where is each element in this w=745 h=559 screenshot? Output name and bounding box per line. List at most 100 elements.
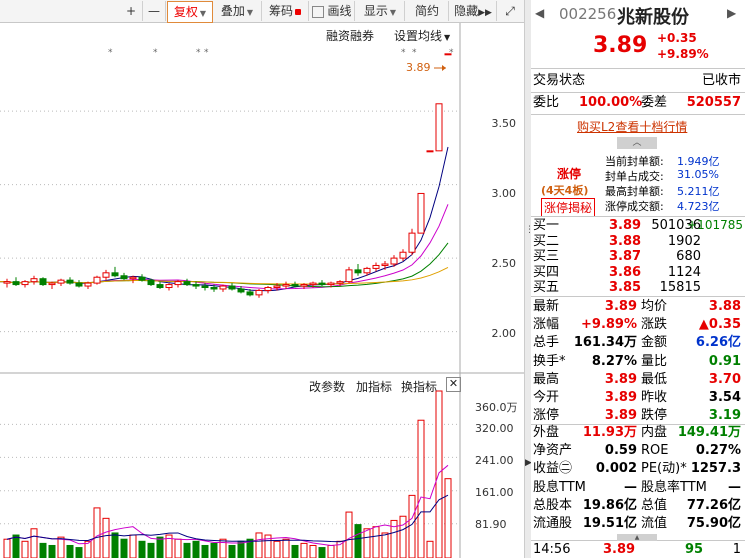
volume-bar <box>93 507 101 558</box>
scroll-up-icon[interactable]: ▲ <box>617 534 657 541</box>
trading-status-value: 已收市 <box>701 73 741 88</box>
volume-bar <box>345 511 353 558</box>
candle-body <box>147 279 155 286</box>
stat-value: 0.27% <box>695 443 741 459</box>
candle-body <box>48 282 56 286</box>
adjust-price-button[interactable]: 复权 ▼ <box>167 1 213 23</box>
bid-row[interactable]: 买五 3.85 15815 <box>531 280 745 295</box>
volume-bar <box>201 544 209 558</box>
bid-row[interactable]: 买二 3.88 1902 <box>531 234 745 249</box>
margin-trading-toggle[interactable]: 融资融券 <box>326 27 374 44</box>
volume-bar <box>30 528 38 558</box>
stat-label: 均价 <box>641 299 668 314</box>
candle-body <box>192 284 200 287</box>
bid-label: 买三 <box>533 249 560 264</box>
limit-up-boards: (4天4板) <box>541 184 589 197</box>
draw-line-button[interactable]: 画线 <box>310 1 355 21</box>
stat-value: 0.002 <box>595 461 637 477</box>
kline-chart[interactable]: * * * * * * * 融资融券 设置均线 ▼ 3.89 3.50 3.00 2.50 2… <box>0 23 524 558</box>
candle-body <box>417 192 425 234</box>
volume-bar <box>102 517 110 558</box>
stat-value: 3.88 <box>708 299 741 314</box>
stat-value: 3.89 <box>604 408 637 424</box>
seal-label: 涨停成交额: <box>605 200 664 213</box>
y-tick: 2.50 <box>491 257 517 270</box>
stat-label: 股息率TTM <box>641 479 707 495</box>
bid-row[interactable]: 买四 3.86 1124 <box>531 265 745 280</box>
stat-label: 收益㊁ <box>533 461 573 477</box>
stat-value: 149.41万 <box>677 425 741 440</box>
volume-bar <box>120 538 128 558</box>
buy-l2-link[interactable]: 购买L2查看十档行情 <box>577 118 687 135</box>
candle-body <box>273 285 281 289</box>
candle-body <box>354 269 362 274</box>
volume-bar <box>66 544 74 558</box>
zoom-out-button[interactable]: — <box>143 1 166 21</box>
ma-setting-button[interactable]: 设置均线 ▼ <box>394 27 450 44</box>
chevron-down-icon: ▼ <box>444 33 451 42</box>
prev-stock-icon[interactable]: ◀ <box>535 6 544 20</box>
expand-icon[interactable]: ⤢ <box>498 1 522 21</box>
next-stock-icon[interactable]: ▶ <box>727 6 736 20</box>
switch-indicator-button[interactable]: 换指标 <box>401 378 437 395</box>
candle-body <box>264 287 272 291</box>
candle-body <box>21 281 29 286</box>
volume-bar <box>273 540 281 558</box>
volume-bar <box>75 547 83 558</box>
stat-label: 昨收 <box>641 390 668 405</box>
stat-label: PE(动)* <box>641 461 687 477</box>
overlay-button[interactable]: 叠加 ▼ <box>213 1 262 21</box>
candle-body <box>246 291 254 296</box>
volume-bar <box>21 540 29 558</box>
candle-body <box>201 285 209 289</box>
draw-line-label: 画线 <box>327 4 352 18</box>
stat-value: 77.26亿 <box>686 497 741 513</box>
stat-label: 总手 <box>533 335 560 351</box>
simple-mode-button[interactable]: 简约 <box>406 1 449 21</box>
volume-bar <box>408 494 416 558</box>
bid-row[interactable]: 买一 3.89 501036 +101785 <box>531 218 745 233</box>
seal-label: 最高封单额: <box>605 185 664 198</box>
close-icon[interactable]: ✕ <box>446 377 461 392</box>
volume-bar <box>48 544 56 558</box>
chevron-up-icon[interactable]: ︿ <box>617 137 657 149</box>
candle-body <box>309 282 317 286</box>
star-marker: * <box>153 48 158 58</box>
limit-up-reveal-button[interactable]: 涨停揭秘 <box>541 198 596 217</box>
y-tick: 3.00 <box>491 187 517 200</box>
stat-row: 收益㊁ 0.002 PE(动)* 1257.3 <box>531 460 745 478</box>
candle-body <box>408 232 416 253</box>
chevron-down-icon: ▼ <box>246 8 254 17</box>
bid-label: 买一 <box>533 218 560 233</box>
bid-volume: 680 <box>676 249 701 264</box>
add-indicator-button[interactable]: 加指标 <box>356 378 392 395</box>
stat-value: — <box>728 479 741 495</box>
display-button[interactable]: 显示 ▼ <box>356 1 405 21</box>
bid-row[interactable]: 买三 3.87 680 <box>531 249 745 264</box>
red-dot-icon <box>295 8 301 15</box>
chips-button[interactable]: 筹码 <box>262 1 309 21</box>
volume-bar <box>282 538 290 558</box>
star-marker: * <box>449 48 454 58</box>
stat-label: 最高 <box>533 371 560 387</box>
bid-label: 买五 <box>533 280 560 295</box>
volume-bar <box>399 515 407 558</box>
latest-price-marker: 3.89 <box>406 61 431 74</box>
candle-body <box>228 285 236 290</box>
tick-count: 1 <box>732 542 741 557</box>
candle-body <box>390 257 398 265</box>
stat-label: 总股本 <box>533 497 573 513</box>
star-marker: * <box>108 48 113 58</box>
seal-value: 1.949亿 <box>677 155 720 168</box>
star-marker: * <box>412 48 417 58</box>
zoom-in-button[interactable]: + <box>120 1 143 21</box>
volume-bar <box>57 536 65 558</box>
hide-button[interactable]: 隐藏▶▶ <box>450 1 497 21</box>
candle-body <box>174 281 182 286</box>
candle-body <box>399 251 407 259</box>
stat-row: 换手* 8.27% 量比 0.91 <box>531 353 745 371</box>
stat-value: 0.91 <box>708 353 741 369</box>
seal-label: 封单占成交: <box>605 170 664 183</box>
edit-params-button[interactable]: 改参数 <box>309 378 345 395</box>
volume-bar <box>426 540 434 558</box>
